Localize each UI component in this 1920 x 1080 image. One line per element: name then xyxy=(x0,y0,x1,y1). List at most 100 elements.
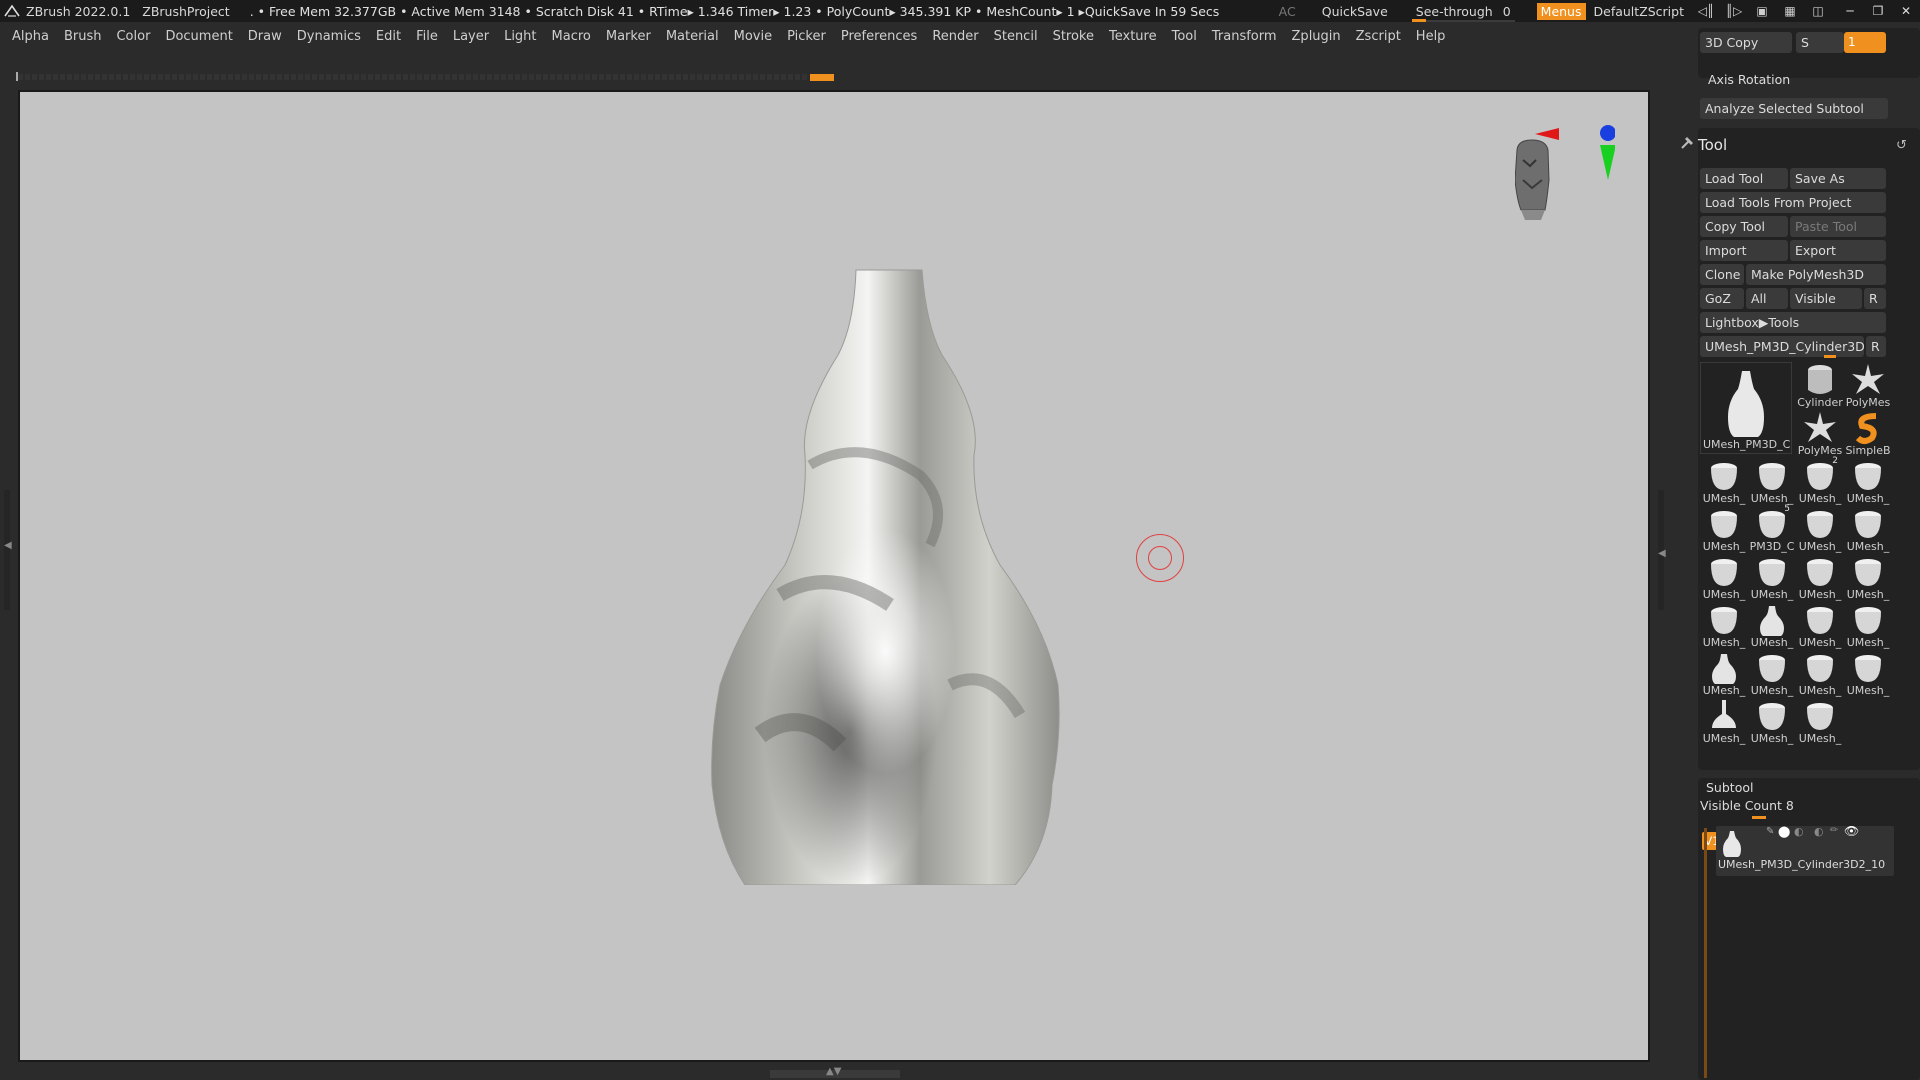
tool-thumb-simplebrush[interactable]: SimpleB xyxy=(1844,410,1892,458)
tool-thumb-10[interactable]: UMesh_ xyxy=(1748,554,1796,602)
current-tool-r-button[interactable]: R xyxy=(1866,336,1886,357)
tool-thumb-15[interactable]: UMesh_ xyxy=(1796,602,1844,650)
menu-help[interactable]: Help xyxy=(1416,29,1446,44)
bottom-tray-arrow-icon[interactable]: ▲▼ xyxy=(826,1066,841,1077)
tool-thumb-polymesh-2[interactable]: PolyMes xyxy=(1796,410,1844,458)
menu-zscript[interactable]: Zscript xyxy=(1356,29,1401,44)
tool-thumb-22[interactable]: UMesh_ xyxy=(1748,698,1796,746)
subtool-visibility-eye-icon[interactable]: 👁 xyxy=(1844,824,1859,838)
menus-toggle-button[interactable]: Menus xyxy=(1536,2,1586,20)
menu-marker[interactable]: Marker xyxy=(606,29,651,44)
tool-thumb-11[interactable]: UMesh_ xyxy=(1796,554,1844,602)
menu-stroke[interactable]: Stroke xyxy=(1053,29,1094,44)
goz-visible-button[interactable]: Visible xyxy=(1790,288,1862,309)
close-icon[interactable]: ✕ xyxy=(1892,4,1920,18)
see-through-slider[interactable]: See-through 0 xyxy=(1411,4,1515,22)
export-button[interactable]: Export xyxy=(1790,240,1886,261)
menu-texture[interactable]: Texture xyxy=(1109,29,1157,44)
tool-thumb-2[interactable]: UMesh_ xyxy=(1748,458,1796,506)
tool-thumb-5[interactable]: UMesh_ xyxy=(1700,506,1748,554)
menu-macro[interactable]: Macro xyxy=(552,29,591,44)
goz-r-button[interactable]: R xyxy=(1864,288,1886,309)
tool-thumb-14[interactable]: UMesh_ xyxy=(1748,602,1796,650)
tool-thumb-1[interactable]: UMesh_ xyxy=(1700,458,1748,506)
menu-transform[interactable]: Transform xyxy=(1212,29,1277,44)
menu-zplugin[interactable]: Zplugin xyxy=(1292,29,1341,44)
menu-material[interactable]: Material xyxy=(666,29,719,44)
tool-thumb-7[interactable]: UMesh_ xyxy=(1796,506,1844,554)
import-button[interactable]: Import xyxy=(1700,240,1788,261)
menu-document[interactable]: Document xyxy=(165,29,232,44)
selected-tool-thumbnail[interactable]: UMesh_PM3D_C xyxy=(1700,362,1792,454)
tool-thumb-cylinder[interactable]: Cylinder xyxy=(1796,362,1844,410)
lightbox-tools-button[interactable]: Lightbox▶Tools xyxy=(1700,312,1886,333)
tool-thumb-4[interactable]: UMesh_ xyxy=(1844,458,1892,506)
menu-alpha[interactable]: Alpha xyxy=(12,29,49,44)
menu-picker[interactable]: Picker xyxy=(787,29,826,44)
tool-thumb-6[interactable]: PM3D_C 5 xyxy=(1748,504,1796,554)
subtool-scrollbar[interactable] xyxy=(1704,828,1707,1078)
tool-thumb-12[interactable]: UMesh_ xyxy=(1844,554,1892,602)
axis-rotation-label[interactable]: Axis Rotation xyxy=(1708,72,1790,87)
tool-thumb-18[interactable]: UMesh_ xyxy=(1748,650,1796,698)
menu-edit[interactable]: Edit xyxy=(376,29,401,44)
minimize-icon[interactable]: ─ xyxy=(1836,4,1864,18)
subtool-material-icon[interactable]: ◐ xyxy=(1794,825,1804,838)
menu-layer[interactable]: Layer xyxy=(453,29,489,44)
current-tool-slider[interactable]: UMesh_PM3D_Cylinder3D2_1 xyxy=(1700,336,1864,357)
menu-draw[interactable]: Draw xyxy=(248,29,282,44)
menu-movie[interactable]: Movie xyxy=(734,29,772,44)
tool-thumb-17[interactable]: UMesh_ xyxy=(1700,650,1748,698)
ac-indicator[interactable]: AC xyxy=(1279,4,1296,19)
analyze-selected-subtool-button[interactable]: Analyze Selected Subtool xyxy=(1700,98,1888,119)
menu-tool[interactable]: Tool xyxy=(1172,29,1197,44)
subtool-polypaint-icon[interactable]: ⬤ xyxy=(1778,825,1790,838)
tool-thumb-9[interactable]: UMesh_ xyxy=(1700,554,1748,602)
menu-render[interactable]: Render xyxy=(932,29,978,44)
subtool-brush-icon[interactable]: ✏ xyxy=(1830,825,1838,836)
tool-thumb-8[interactable]: UMesh_ xyxy=(1844,506,1892,554)
tool-thumb-polymesh-1[interactable]: PolyMes xyxy=(1844,362,1892,410)
tool-thumb-23[interactable]: UMesh_ xyxy=(1796,698,1844,746)
subtool-edit-icon[interactable]: ✎ xyxy=(1766,826,1774,837)
3d-copy-button[interactable]: 3D Copy xyxy=(1700,32,1792,53)
tool-thumb-20[interactable]: UMesh_ xyxy=(1844,650,1892,698)
tool-thumb-19[interactable]: UMesh_ xyxy=(1796,650,1844,698)
color-picker-icon[interactable]: ▣ xyxy=(1752,4,1772,18)
copy-tool-button[interactable]: Copy Tool xyxy=(1700,216,1788,237)
right-tray-arrow-icon[interactable]: ◀ xyxy=(1658,548,1666,559)
layout-left-icon[interactable]: ◁║ xyxy=(1696,4,1716,18)
tool-thumb-3[interactable]: UMesh_ 2 xyxy=(1796,456,1844,506)
subtool-solo-icon[interactable]: ◐ xyxy=(1814,825,1824,838)
goz-button[interactable]: GoZ xyxy=(1700,288,1744,309)
vase-mesh[interactable] xyxy=(690,265,1090,885)
menu-light[interactable]: Light xyxy=(504,29,536,44)
layout-right-icon[interactable]: ║▷ xyxy=(1724,4,1744,18)
tool-thumb-13[interactable]: UMesh_ xyxy=(1700,602,1748,650)
save-as-button[interactable]: Save As xyxy=(1790,168,1886,189)
default-zscript-button[interactable]: DefaultZScript xyxy=(1594,4,1685,19)
paste-tool-button[interactable]: Paste Tool xyxy=(1790,216,1886,237)
clone-button[interactable]: Clone xyxy=(1700,264,1744,285)
ui-layout-icon[interactable]: ▦ xyxy=(1780,4,1800,18)
script-icon[interactable]: ◫ xyxy=(1808,4,1828,18)
tool-thumb-21[interactable]: UMesh_ xyxy=(1700,698,1748,746)
s-value-input[interactable]: 1 xyxy=(1844,32,1886,53)
load-tools-from-project-button[interactable]: Load Tools From Project xyxy=(1700,192,1886,213)
refresh-icon[interactable]: ↺ xyxy=(1896,138,1907,153)
menu-color[interactable]: Color xyxy=(116,29,150,44)
quicksave-button[interactable]: QuickSave xyxy=(1322,4,1388,19)
menu-dynamics[interactable]: Dynamics xyxy=(297,29,361,44)
goz-all-button[interactable]: All xyxy=(1746,288,1788,309)
make-polymesh3d-button[interactable]: Make PolyMesh3D xyxy=(1746,264,1886,285)
menu-preferences[interactable]: Preferences xyxy=(841,29,917,44)
load-tool-button[interactable]: Load Tool xyxy=(1700,168,1788,189)
visible-count-slider[interactable]: Visible Count 8 xyxy=(1700,798,1794,813)
subtool-title[interactable]: Subtool xyxy=(1706,780,1753,795)
left-tray-arrow-icon[interactable]: ◀ xyxy=(4,540,12,551)
menu-stencil[interactable]: Stencil xyxy=(994,29,1038,44)
tool-thumb-16[interactable]: UMesh_ xyxy=(1844,602,1892,650)
subtool-item[interactable]: ✎ ⬤ ◐ ◐ ✏ 👁 UMesh_PM3D_Cylinder3D2_10 xyxy=(1716,824,1894,876)
navigation-gizmo-icon[interactable] xyxy=(1515,120,1615,250)
tool-palette-title[interactable]: Tool xyxy=(1698,136,1727,154)
